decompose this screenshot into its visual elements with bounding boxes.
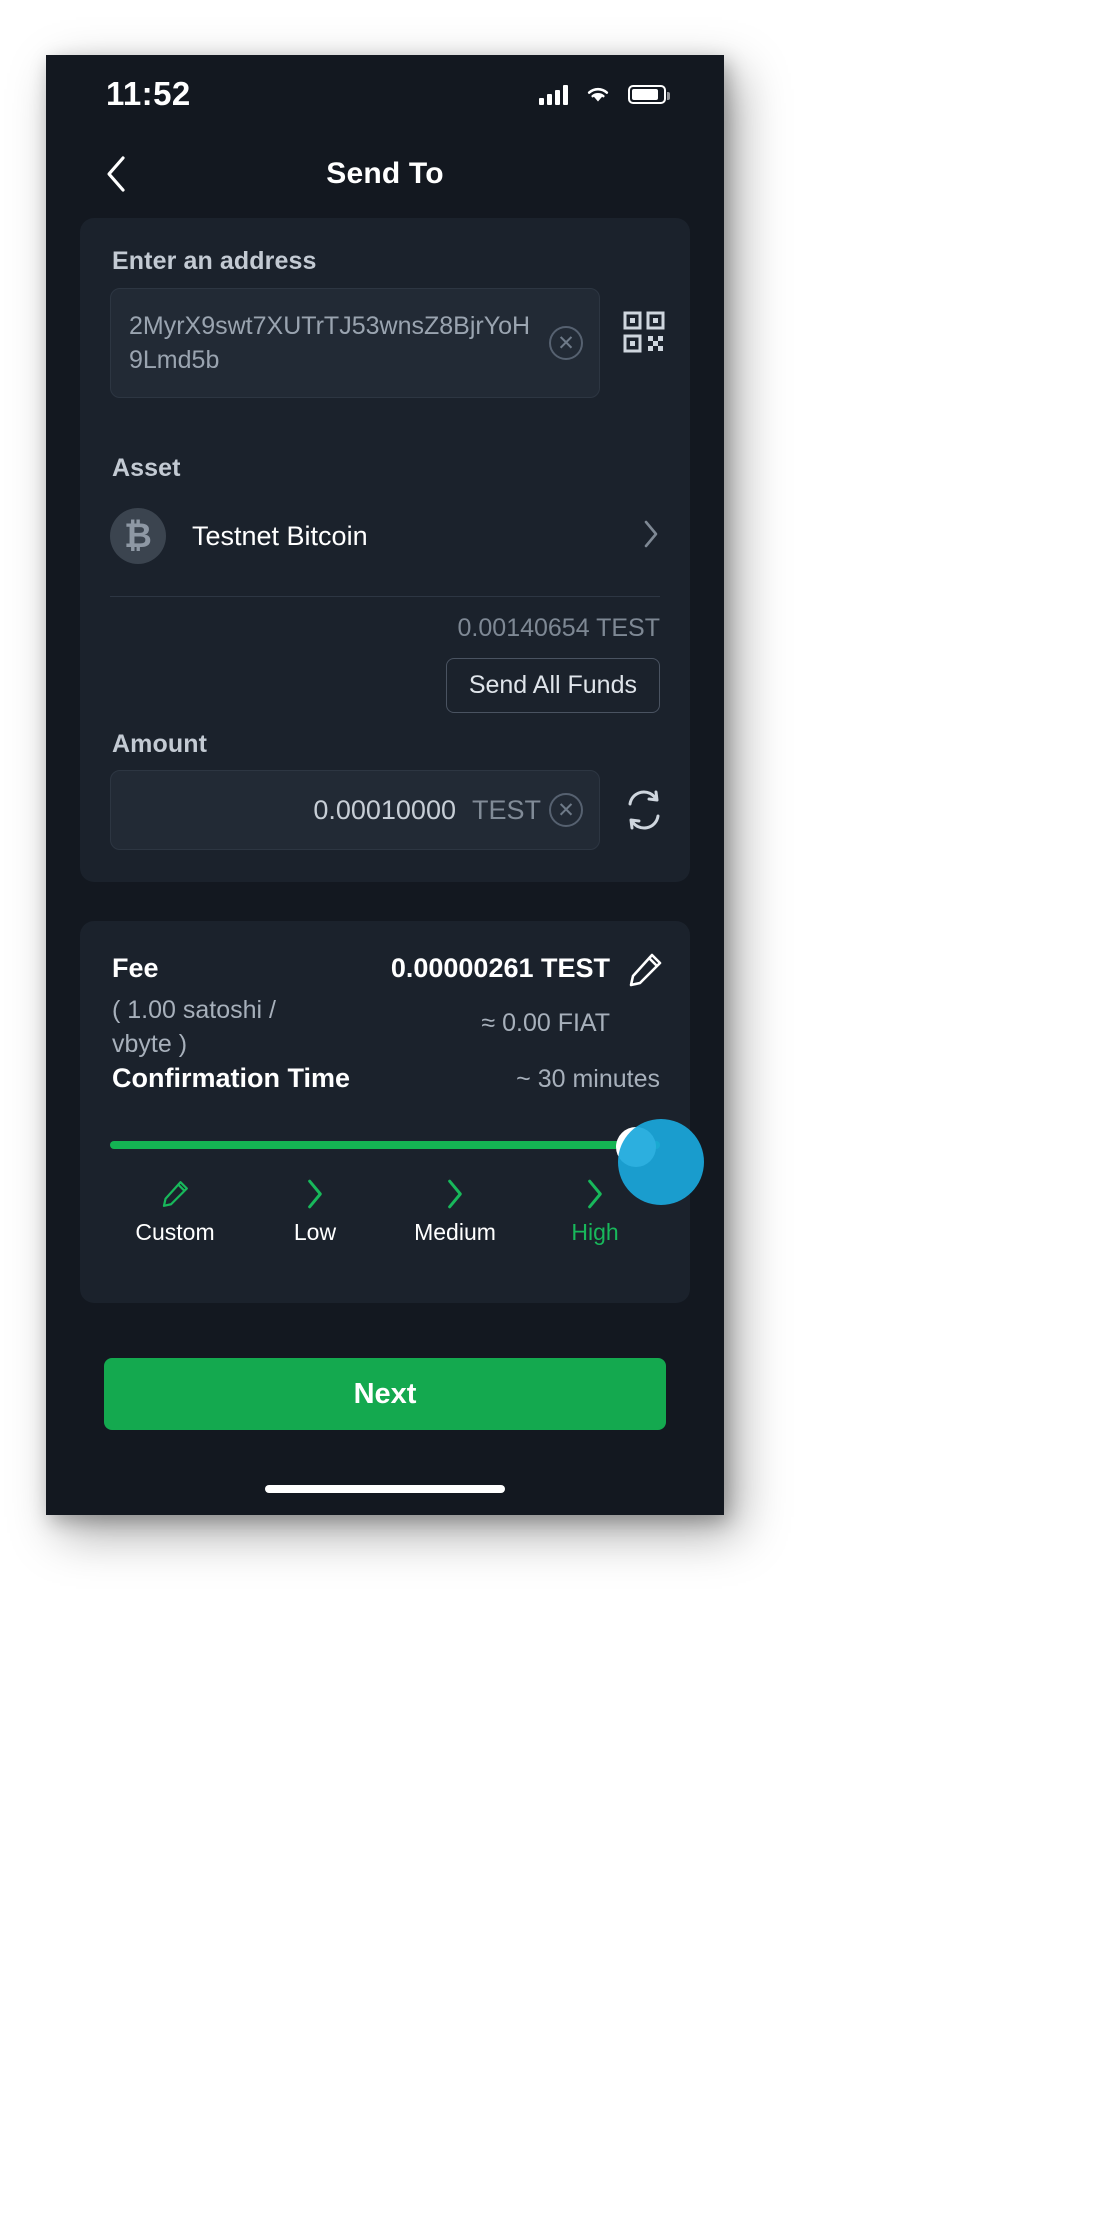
screenshot-root: 11:52 Send To Enter an address 2MyrX9swt… [0,0,1098,2232]
swap-currency-button[interactable] [622,788,666,832]
page-title: Send To [326,157,444,190]
amount-label: Amount [112,730,208,758]
asset-name: Testnet Bitcoin [192,520,368,551]
address-label: Enter an address [112,247,317,275]
home-indicator [265,1485,505,1493]
asset-selector-row[interactable]: ₿ Testnet Bitcoin [110,494,660,578]
qr-code-scan-icon [623,311,665,353]
pencil-edit-icon [110,1173,240,1215]
status-bar: 11:52 [46,55,724,133]
chevron-right-icon [644,520,658,547]
bitcoin-icon: ₿ [110,508,166,564]
fee-amount: 0.00000261 TEST [390,953,610,983]
amount-unit: TEST [471,794,541,825]
wifi-icon [587,87,609,102]
next-button[interactable]: Next [104,1358,666,1430]
scan-qr-button[interactable] [622,310,666,354]
fee-step-low[interactable]: Low [250,1173,380,1246]
fee-label: Fee [112,953,159,983]
chevron-right-icon [250,1173,380,1215]
pencil-edit-icon [629,953,662,987]
fee-slider[interactable] [110,1119,704,1205]
clear-address-icon[interactable]: ✕ [549,326,583,360]
fee-step-label: Medium [414,1219,496,1245]
clear-amount-icon[interactable]: ✕ [549,793,583,827]
fee-step-high[interactable]: High [530,1173,660,1246]
fee-fiat-amount: ≈ 0.00 FIAT [481,1009,610,1037]
fee-step-label: Low [293,1219,337,1245]
confirmation-time-value: ~ 30 minutes [516,1065,660,1093]
asset-divider [110,596,660,597]
fee-rate: ( 1.00 satoshi / vbyte ) [112,996,276,1058]
status-bar-time: 11:52 [106,75,191,112]
edit-fee-button[interactable] [626,951,664,989]
phone-screen: 11:52 Send To Enter an address 2MyrX9swt… [46,55,724,1515]
page-header: Send To [46,133,724,215]
asset-label: Asset [112,454,181,482]
confirmation-time-label: Confirmation Time [112,1063,351,1093]
fee-step-custom[interactable]: Custom [110,1173,240,1246]
fee-step-medium[interactable]: Medium [390,1173,520,1246]
back-chevron-icon [107,156,125,192]
cellular-signal-icon [539,84,568,105]
address-input[interactable]: 2MyrX9swt7XUTrTJ53wnsZ8BjrYoH9Lmd5b ✕ [110,288,600,398]
address-value: 2MyrX9swt7XUTrTJ53wnsZ8BjrYoH9Lmd5b [129,312,531,374]
send-details-card: Enter an address 2MyrX9swt7XUTrTJ53wnsZ8… [80,218,690,882]
fee-step-label: High [571,1219,619,1245]
address-row: 2MyrX9swt7XUTrTJ53wnsZ8BjrYoH9Lmd5b ✕ [110,288,666,398]
fee-steps: Custom Low Medium High [110,1173,660,1246]
battery-icon [628,84,670,104]
fee-slider-track [110,1141,660,1149]
amount-value: 0.00010000 [313,794,456,825]
asset-chevron [642,519,660,554]
amount-row: 0.00010000 TEST ✕ [110,770,666,850]
swap-currency-icon [628,790,660,830]
amount-input[interactable]: 0.00010000 TEST ✕ [110,770,600,850]
fee-card: Fee ( 1.00 satoshi / vbyte ) 0.00000261 … [80,921,704,1303]
status-bar-icons [539,84,670,105]
fee-step-label: Custom [135,1219,215,1245]
chevron-right-icon [390,1173,520,1215]
back-button[interactable] [92,150,140,198]
available-balance: 0.00140654 TEST [457,614,660,642]
chevron-right-icon [530,1173,660,1215]
send-all-funds-button[interactable]: Send All Funds [445,658,660,713]
